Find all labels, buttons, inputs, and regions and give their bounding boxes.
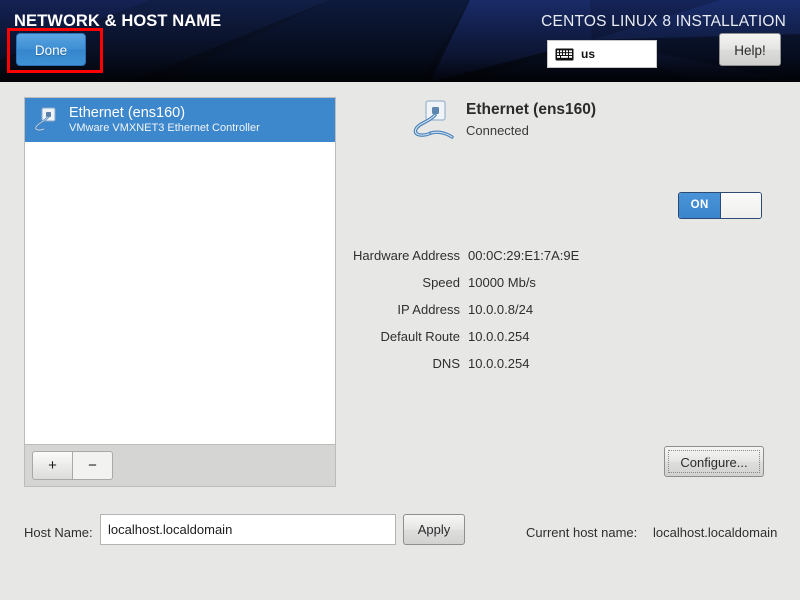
connection-status: Connected xyxy=(466,123,529,138)
configure-button[interactable]: Configure... xyxy=(664,446,764,477)
keyboard-layout-indicator[interactable]: us xyxy=(547,40,657,68)
device-power-toggle[interactable]: ON xyxy=(678,192,762,219)
detail-label: Default Route xyxy=(380,329,461,344)
list-item[interactable]: Ethernet (ens160) VMware VMXNET3 Etherne… xyxy=(25,98,335,142)
detail-row-hardware-address: Hardware Address 00:0C:29:E1:7A:9E xyxy=(340,242,740,269)
device-list-toolbar: + − xyxy=(24,445,336,487)
host-name-label: Host Name: xyxy=(24,525,93,540)
detail-value: 10.0.0.254 xyxy=(468,329,530,344)
detail-row-default-route: Default Route 10.0.0.254 xyxy=(340,323,740,350)
detail-value: 10000 Mb/s xyxy=(468,275,536,290)
screen-title: NETWORK & HOST NAME xyxy=(14,12,222,30)
list-item-text: Ethernet (ens160) VMware VMXNET3 Etherne… xyxy=(69,104,260,135)
help-button[interactable]: Help! xyxy=(719,33,781,66)
keyboard-icon xyxy=(555,48,574,60)
list-item-title: Ethernet (ens160) xyxy=(69,104,186,121)
header-bar: NETWORK & HOST NAME CENTOS LINUX 8 INSTA… xyxy=(0,0,800,82)
detail-label: DNS xyxy=(432,356,460,371)
done-button[interactable]: Done xyxy=(16,33,86,66)
detail-value: 10.0.0.254 xyxy=(468,356,530,371)
device-detail-rows: Hardware Address 00:0C:29:E1:7A:9E Speed… xyxy=(340,242,740,377)
detail-label: IP Address xyxy=(397,302,460,317)
configure-button-label: Configure... xyxy=(668,450,760,473)
toggle-knob[interactable] xyxy=(720,193,761,218)
device-detail-header: Ethernet (ens160) Connected xyxy=(412,97,596,143)
detail-row-ip-address: IP Address 10.0.0.8/24 xyxy=(340,296,740,323)
list-item-subtitle: VMware VMXNET3 Ethernet Controller xyxy=(69,121,260,134)
detail-value: 00:0C:29:E1:7A:9E xyxy=(468,248,580,263)
host-name-input[interactable] xyxy=(100,514,396,545)
detail-row-dns: DNS 10.0.0.254 xyxy=(340,350,740,377)
wired-network-icon xyxy=(34,107,56,132)
detail-label: Speed xyxy=(422,275,460,290)
device-detail-titles: Ethernet (ens160) Connected xyxy=(466,97,596,138)
keyboard-layout-label: us xyxy=(581,47,596,61)
detail-value: 10.0.0.8/24 xyxy=(468,302,534,317)
current-host-name-value: localhost.localdomain xyxy=(653,525,778,540)
add-device-button[interactable]: + xyxy=(32,451,73,480)
current-host-name-label: Current host name: xyxy=(526,525,638,540)
installer-screen: NETWORK & HOST NAME CENTOS LINUX 8 INSTA… xyxy=(0,0,800,600)
product-title: CENTOS LINUX 8 INSTALLATION xyxy=(541,13,786,30)
device-name: Ethernet (ens160) xyxy=(466,101,597,118)
toggle-state-label: ON xyxy=(679,193,721,218)
remove-device-button[interactable]: − xyxy=(72,451,113,480)
detail-row-speed: Speed 10000 Mb/s xyxy=(340,269,740,296)
detail-label: Hardware Address xyxy=(353,248,460,263)
wired-network-icon xyxy=(413,100,454,139)
apply-button[interactable]: Apply xyxy=(403,514,465,545)
network-device-list[interactable]: Ethernet (ens160) VMware VMXNET3 Etherne… xyxy=(24,97,336,445)
main-content: Ethernet (ens160) VMware VMXNET3 Etherne… xyxy=(0,82,800,600)
